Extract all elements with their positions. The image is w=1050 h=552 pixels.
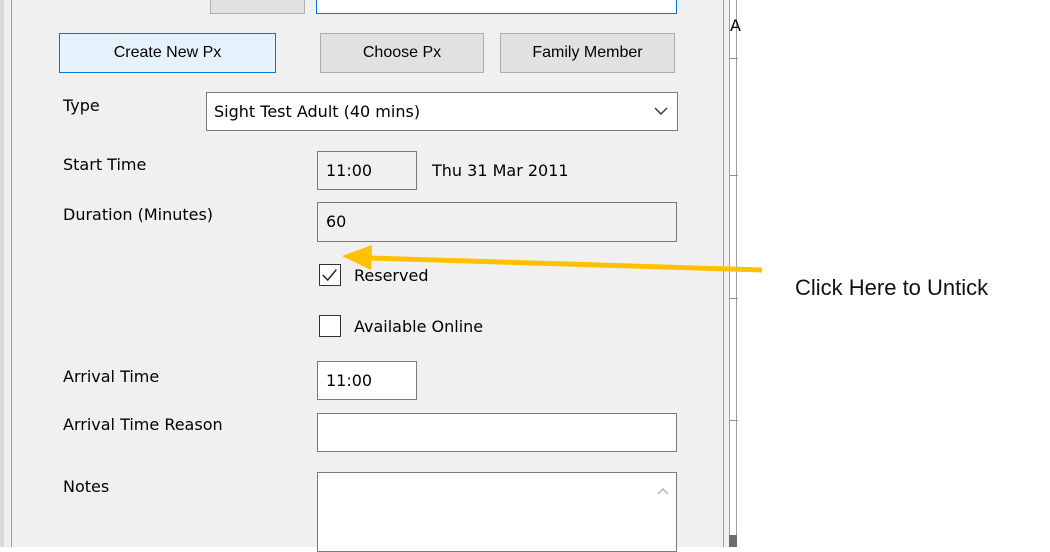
type-select-value: Sight Test Adult (40 mins) — [214, 102, 421, 121]
background-window: A — [729, 0, 741, 547]
notes-label: Notes — [63, 477, 110, 496]
start-time-field: 11:00 — [317, 151, 417, 190]
arrival-reason-field[interactable] — [317, 413, 677, 452]
arrival-time-value: 11:00 — [326, 370, 373, 390]
checkmark-icon — [322, 269, 337, 282]
choose-px-button[interactable]: Choose Px — [320, 33, 484, 73]
chevron-down-icon — [654, 107, 668, 115]
background-scrollbar — [729, 535, 737, 547]
background-gridline — [730, 420, 738, 421]
available-online-checkbox[interactable] — [319, 315, 341, 337]
arrival-time-field[interactable]: 11:00 — [317, 361, 417, 400]
background-window-text: A — [730, 16, 741, 35]
notes-scrollbar[interactable] — [650, 473, 676, 551]
type-select[interactable]: Sight Test Adult (40 mins) — [206, 92, 678, 131]
background-gridline — [730, 175, 738, 176]
chevron-up-icon[interactable] — [656, 485, 670, 497]
start-time-label: Start Time — [63, 155, 147, 174]
available-online-label[interactable]: Available Online — [354, 317, 483, 337]
reserved-checkbox[interactable] — [319, 264, 341, 286]
start-date-text: Thu 31 Mar 2011 — [432, 161, 569, 180]
reserved-label[interactable]: Reserved — [354, 266, 428, 286]
notes-textarea[interactable] — [317, 472, 677, 552]
type-label: Type — [63, 96, 100, 115]
arrival-time-label: Arrival Time — [63, 367, 160, 386]
duration-label: Duration (Minutes) — [63, 205, 214, 224]
annotation-text: Click Here to Untick — [795, 275, 989, 300]
duration-field: 60 — [317, 202, 677, 242]
background-gridline — [730, 58, 738, 59]
window-left-edge — [0, 0, 12, 547]
partial-top-field[interactable] — [316, 0, 677, 14]
family-member-button[interactable]: Family Member — [500, 33, 675, 73]
background-gridline — [730, 298, 738, 299]
arrival-reason-label: Arrival Time Reason — [63, 415, 223, 434]
start-time-value: 11:00 — [326, 160, 373, 180]
partial-top-button[interactable] — [210, 0, 305, 14]
duration-value: 60 — [326, 212, 347, 231]
create-new-px-button[interactable]: Create New Px — [59, 33, 276, 73]
